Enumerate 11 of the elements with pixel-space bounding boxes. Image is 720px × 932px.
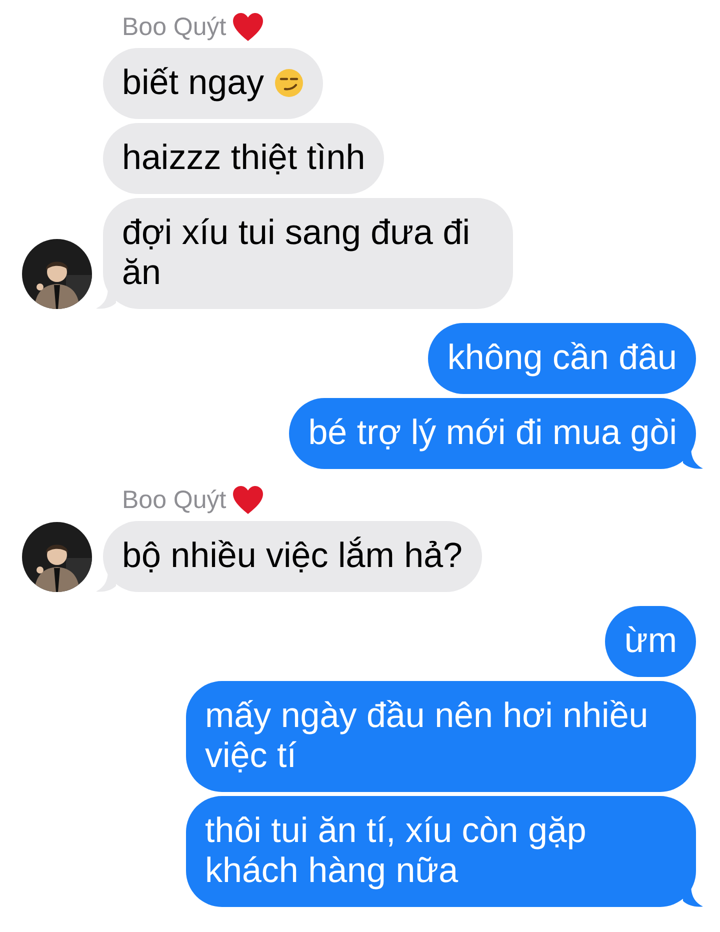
- message-bubble: bé trợ lý mới đi mua gòi: [289, 398, 696, 469]
- message-bubble: mấy ngày đầu nên hơi nhiều việc tí: [186, 681, 696, 792]
- message-bubble: đợi xíu tui sang đưa đi ăn: [103, 198, 513, 309]
- message-bubble: biết ngay: [103, 48, 324, 119]
- message-bubble: bộ nhiều việc lắm hả?: [103, 521, 482, 592]
- message-bubble: không cần đâu: [428, 323, 696, 394]
- sender-name: Boo Quýt: [122, 486, 226, 514]
- message-bubble: ừm: [605, 606, 696, 677]
- message-bubble: haizzz thiệt tình: [103, 123, 384, 194]
- sender-name: Boo Quýt: [122, 12, 226, 42]
- message-bubble: thôi tui ăn tí, xíu còn gặp khách hàng nữa: [186, 796, 696, 907]
